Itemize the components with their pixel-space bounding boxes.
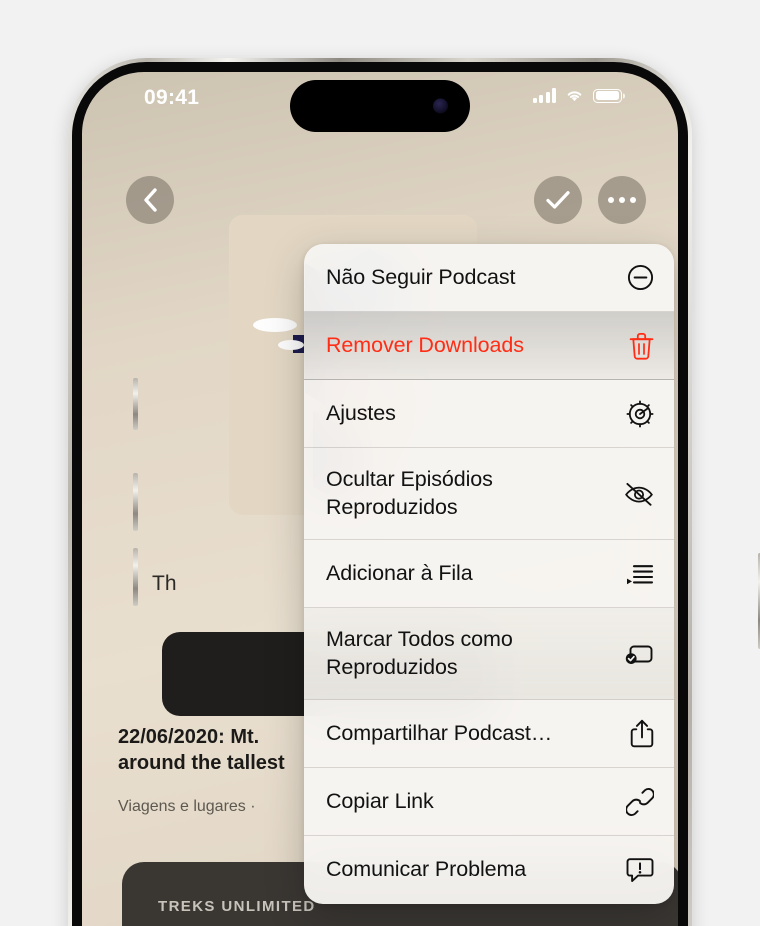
promo-label: TREKS UNLIMITED	[158, 898, 316, 915]
menu-item-label: Ajustes	[326, 400, 396, 425]
checkmark-icon	[546, 191, 570, 209]
status-bar: 09:41	[82, 72, 678, 134]
chevron-left-icon	[143, 188, 157, 212]
menu-item-label: Adicionar à Fila	[326, 560, 473, 585]
menu-item-report-problem[interactable]: Comunicar Problema	[304, 836, 674, 904]
mark-played-icon	[624, 642, 654, 666]
dynamic-island	[290, 80, 470, 132]
battery-icon	[593, 88, 622, 103]
menu-item-unfollow-podcast[interactable]: Não Seguir Podcast	[304, 244, 674, 312]
share-icon	[624, 719, 654, 748]
menu-item-hide-played-episodes[interactable]: Ocultar Episódios Reproduzidos	[304, 448, 674, 540]
cellular-signal-icon	[532, 88, 556, 103]
more-options-button[interactable]	[598, 176, 646, 224]
add-to-queue-icon	[624, 562, 654, 586]
menu-item-label: Compartilhar Podcast…	[326, 720, 553, 745]
ellipsis-icon	[607, 196, 637, 204]
report-problem-icon	[624, 857, 654, 883]
menu-item-label: Copiar Link	[326, 788, 434, 813]
menu-item-label: Comunicar Problema	[326, 857, 527, 882]
phone-frame: Th 22/06/2020: Mt. around the tallest Vi…	[68, 58, 760, 926]
menu-item-mark-all-as-played[interactable]: Marcar Todos como Reproduzidos	[304, 608, 674, 700]
menu-item-copy-link[interactable]: Copiar Link	[304, 768, 674, 836]
volume-down-button[interactable]	[133, 548, 138, 606]
menu-item-label: Ocultar Episódios Reproduzidos	[326, 467, 493, 519]
gear-icon	[624, 399, 654, 428]
followed-check-button[interactable]	[534, 176, 582, 224]
wifi-icon	[567, 91, 582, 102]
context-menu: Não Seguir Podcast Remover Downloads Aju…	[304, 244, 674, 904]
trash-icon	[624, 332, 654, 360]
menu-item-label: Não Seguir Podcast	[326, 264, 516, 289]
menu-item-share-podcast[interactable]: Compartilhar Podcast…	[304, 700, 674, 768]
screenshot-root: Th 22/06/2020: Mt. around the tallest Vi…	[0, 0, 760, 926]
phone-screen: Th 22/06/2020: Mt. around the tallest Vi…	[82, 72, 678, 926]
volume-up-button[interactable]	[133, 473, 138, 531]
menu-item-label: Marcar Todos como Reproduzidos	[326, 627, 513, 679]
eye-slash-icon	[624, 482, 654, 506]
menu-item-settings[interactable]: Ajustes	[304, 380, 674, 448]
menu-item-label: Remover Downloads	[326, 332, 524, 357]
episode-title-line2: around the tallest	[118, 752, 285, 775]
back-button[interactable]	[126, 176, 174, 224]
menu-item-add-to-queue[interactable]: Adicionar à Fila	[304, 540, 674, 608]
menu-item-remove-downloads[interactable]: Remover Downloads	[304, 312, 674, 380]
link-icon	[624, 787, 654, 816]
front-camera-icon	[433, 98, 448, 114]
episode-title-line1: 22/06/2020: Mt.	[118, 726, 260, 748]
minus-circle-icon	[624, 264, 654, 291]
action-button[interactable]	[133, 378, 138, 430]
status-indicators	[532, 88, 622, 103]
status-time: 09:41	[144, 86, 200, 109]
